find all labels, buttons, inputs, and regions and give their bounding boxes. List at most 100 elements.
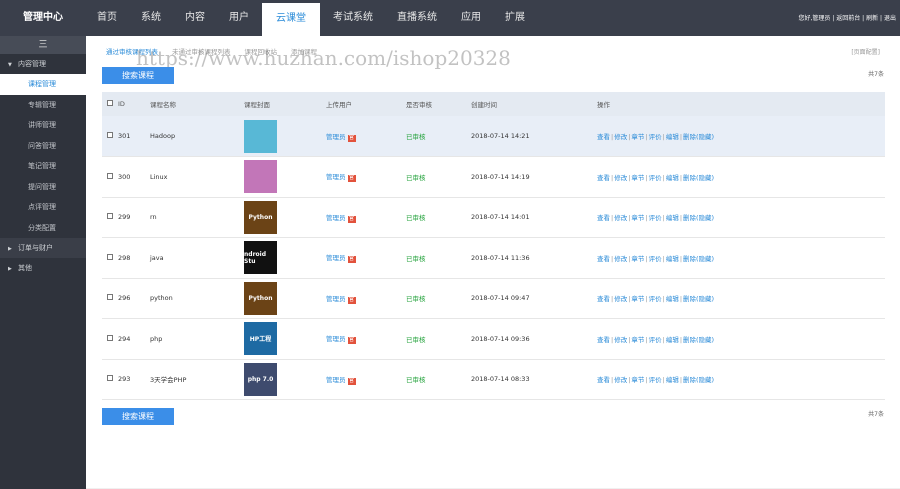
cell-id: 301 xyxy=(118,132,131,140)
uploader-link[interactable]: 管理员 xyxy=(326,133,346,141)
action-link[interactable]: 评价 xyxy=(649,376,662,384)
action-link[interactable]: 评价 xyxy=(649,255,662,263)
action-link[interactable]: 删除(隐藏) xyxy=(683,133,714,141)
action-link[interactable]: 编辑 xyxy=(666,336,679,344)
action-link[interactable]: 章节 xyxy=(631,295,644,303)
action-link[interactable]: 删除(隐藏) xyxy=(683,214,714,222)
sidebar-group-other[interactable]: ▶ 其他 xyxy=(0,258,86,278)
cell-status: 已审核 xyxy=(406,214,426,223)
cell-status: 已审核 xyxy=(406,295,426,304)
uploader-link[interactable]: 管理员 xyxy=(326,295,346,303)
course-cover-thumbnail[interactable]: Python xyxy=(244,200,277,234)
nav-users[interactable]: 用户 xyxy=(218,0,260,36)
action-link[interactable]: 评价 xyxy=(649,336,662,344)
action-link[interactable]: 删除(隐藏) xyxy=(683,255,714,263)
sidebar-item-notes[interactable]: 笔记管理 xyxy=(0,156,86,177)
search-course-button[interactable]: 搜索课程 xyxy=(102,67,174,84)
action-link[interactable]: 编辑 xyxy=(666,295,679,303)
row-checkbox[interactable] xyxy=(107,253,113,260)
row-checkbox[interactable] xyxy=(107,213,113,220)
sidebar-item-reviews[interactable]: 点评管理 xyxy=(0,197,86,218)
action-link[interactable]: 章节 xyxy=(631,174,644,182)
action-link[interactable]: 章节 xyxy=(631,376,644,384)
sidebar-group-content[interactable]: ▼ 内容管理 xyxy=(0,54,86,74)
uploader-link[interactable]: 管理员 xyxy=(326,214,346,222)
course-cover-thumbnail[interactable]: HP工程 xyxy=(244,322,277,356)
select-all-checkbox[interactable] xyxy=(107,100,113,106)
action-link[interactable]: 编辑 xyxy=(666,133,679,141)
sidebar-item-questions[interactable]: 提问管理 xyxy=(0,177,86,198)
row-checkbox[interactable] xyxy=(107,172,113,179)
course-cover-thumbnail[interactable] xyxy=(244,160,277,194)
nav-extensions[interactable]: 扩展 xyxy=(494,0,536,36)
action-link[interactable]: 查看 xyxy=(597,174,610,182)
action-link[interactable]: 编辑 xyxy=(666,376,679,384)
nav-home[interactable]: 首页 xyxy=(86,0,128,36)
action-link[interactable]: 查看 xyxy=(597,214,610,222)
action-link[interactable]: 查看 xyxy=(597,133,610,141)
action-link[interactable]: 删除(隐藏) xyxy=(683,336,714,344)
action-link[interactable]: 查看 xyxy=(597,255,610,263)
course-cover-thumbnail[interactable]: Python xyxy=(244,281,277,315)
cell-actions: 查看|修改|章节|评价|编辑|删除(隐藏) xyxy=(597,254,715,263)
action-link[interactable]: 查看 xyxy=(597,295,610,303)
nav-cloud-classroom[interactable]: 云课堂 xyxy=(262,3,320,36)
nav-content[interactable]: 内容 xyxy=(174,0,216,36)
sidebar-item-categories[interactable]: 分类配置 xyxy=(0,218,86,239)
nav-exam-system[interactable]: 考试系统 xyxy=(322,0,384,36)
search-course-button-bottom[interactable]: 搜索课程 xyxy=(102,408,174,425)
row-checkbox[interactable] xyxy=(107,334,113,341)
uploader-link[interactable]: 管理员 xyxy=(326,376,346,384)
action-link[interactable]: 章节 xyxy=(631,133,644,141)
action-link[interactable]: 评价 xyxy=(649,295,662,303)
action-link[interactable]: 章节 xyxy=(631,336,644,344)
sidebar-item-qa[interactable]: 问答管理 xyxy=(0,136,86,157)
action-link[interactable]: 删除(隐藏) xyxy=(683,376,714,384)
action-link[interactable]: 章节 xyxy=(631,255,644,263)
row-checkbox[interactable] xyxy=(107,294,113,301)
nav-live-system[interactable]: 直播系统 xyxy=(386,0,448,36)
course-cover-thumbnail[interactable] xyxy=(244,119,277,153)
menu-toggle-icon[interactable]: 三 xyxy=(0,36,86,54)
cell-name: python xyxy=(150,294,173,303)
logout-link[interactable]: 退出 xyxy=(884,15,896,22)
page-config-link[interactable]: [页面配置] xyxy=(851,47,880,56)
cell-id: 294 xyxy=(118,334,131,343)
uploader-link[interactable]: 管理员 xyxy=(326,254,346,262)
action-link[interactable]: 编辑 xyxy=(666,255,679,263)
cell-time: 2018-07-14 14:21 xyxy=(471,132,530,140)
row-checkbox[interactable] xyxy=(107,132,113,138)
sidebar-item-teachers[interactable]: 讲师管理 xyxy=(0,115,86,136)
table-row: 299 rn Python 管理员官 已审核 2018-07-14 14:01 查看|修改|… xyxy=(102,197,885,238)
uploader-link[interactable]: 管理员 xyxy=(326,173,346,181)
action-link[interactable]: 编辑 xyxy=(666,174,679,182)
action-link[interactable]: 查看 xyxy=(597,336,610,344)
action-link[interactable]: 评价 xyxy=(649,174,662,182)
nav-system[interactable]: 系统 xyxy=(130,0,172,36)
row-checkbox[interactable] xyxy=(107,375,113,382)
action-link[interactable]: 修改 xyxy=(614,174,627,182)
cell-actions: 查看|修改|章节|评价|编辑|删除(隐藏) xyxy=(597,214,715,223)
action-link[interactable]: 修改 xyxy=(614,295,627,303)
sidebar-item-albums[interactable]: 专辑管理 xyxy=(0,95,86,116)
action-link[interactable]: 修改 xyxy=(614,376,627,384)
uploader-link[interactable]: 管理员 xyxy=(326,335,346,343)
action-link[interactable]: 修改 xyxy=(614,133,627,141)
action-link[interactable]: 评价 xyxy=(649,133,662,141)
course-cover-thumbnail[interactable]: php 7.0 xyxy=(244,362,277,396)
back-to-front-link[interactable]: 返回前台 xyxy=(836,15,860,22)
action-link[interactable]: 章节 xyxy=(631,214,644,222)
action-link[interactable]: 编辑 xyxy=(666,214,679,222)
action-link[interactable]: 修改 xyxy=(614,214,627,222)
course-cover-thumbnail[interactable]: ndroid Stu xyxy=(244,241,277,275)
refresh-link[interactable]: 刷新 xyxy=(866,15,878,22)
action-link[interactable]: 删除(隐藏) xyxy=(683,295,714,303)
action-link[interactable]: 修改 xyxy=(614,336,627,344)
action-link[interactable]: 删除(隐藏) xyxy=(683,174,714,182)
action-link[interactable]: 评价 xyxy=(649,214,662,222)
nav-apps[interactable]: 应用 xyxy=(450,0,492,36)
sidebar-group-orders[interactable]: ▶ 订单与财户 xyxy=(0,238,86,258)
action-link[interactable]: 查看 xyxy=(597,376,610,384)
sidebar-item-courses[interactable]: 课程管理 xyxy=(0,74,86,95)
action-link[interactable]: 修改 xyxy=(614,255,627,263)
